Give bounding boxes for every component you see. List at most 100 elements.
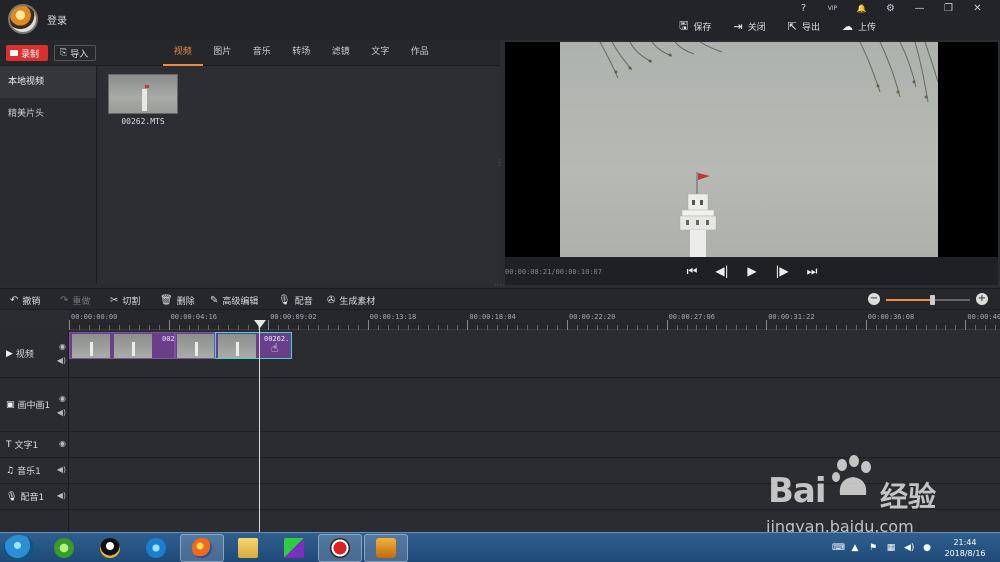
start-button[interactable] <box>4 535 34 561</box>
advanced-edit-button[interactable]: ✎ 高级编辑 <box>210 293 258 307</box>
cut-button[interactable]: ✂ 切割 <box>110 293 140 307</box>
video-clip[interactable] <box>175 332 215 359</box>
speaker-icon[interactable]: ◀) <box>57 465 66 474</box>
video-clip-selected[interactable]: 00262. <box>215 332 292 359</box>
watermark-brand: Bai <box>768 471 827 511</box>
clock-date: 2018/8/16 <box>944 549 986 558</box>
vip-icon[interactable]: VIP <box>818 2 847 16</box>
save-button[interactable]: 🖫 保存 <box>679 18 711 34</box>
maximize-icon[interactable]: ❐ <box>934 2 963 16</box>
cut-label: 切割 <box>122 296 141 307</box>
redo-label: 重做 <box>72 296 91 307</box>
zoom-slider[interactable] <box>886 295 970 305</box>
tab-filter[interactable]: 滤镜 <box>321 40 361 66</box>
ruler-time-label: 00:00:00:00 <box>71 313 118 321</box>
delete-label: 删除 <box>176 296 195 307</box>
minimize-icon[interactable]: — <box>905 2 934 16</box>
upload-icon: ☁ <box>841 19 853 33</box>
close-icon[interactable]: ✕ <box>963 2 992 16</box>
skip-start-icon[interactable]: ⏮ <box>685 264 699 278</box>
import-button[interactable]: ⎘ 导入 <box>54 45 96 61</box>
taskbar-app-qq[interactable] <box>88 534 132 562</box>
taskbar-app-browser[interactable] <box>42 534 86 562</box>
mic-icon: 🎙 <box>6 491 18 502</box>
tab-works[interactable]: 作品 <box>400 40 440 66</box>
panel-resize-handle[interactable]: ⋮ <box>496 158 504 168</box>
redo-icon: ↷ <box>60 294 69 306</box>
media-clip-thumbnail[interactable] <box>108 74 178 114</box>
tab-transition[interactable]: 转场 <box>282 40 322 66</box>
taskbar-app-editor[interactable] <box>272 534 316 562</box>
sidebar-item-intros[interactable]: 精美片头 <box>0 98 96 130</box>
track-row-pip[interactable] <box>69 378 1000 432</box>
record-button[interactable]: 录制 <box>6 45 48 61</box>
undo-label: 撤销 <box>22 296 41 307</box>
zoom-out-icon[interactable]: − <box>868 293 880 305</box>
tab-video[interactable]: 视频 <box>163 40 203 66</box>
track-headers: ▶ 视频 ◉ ◀) ▣ 画中画1 ◉ ◀) T 文字1 ◉ ♫ 音乐1 ◀) 🎙… <box>0 330 69 532</box>
login-link[interactable]: 登录 <box>47 12 67 27</box>
ruler-major-tick <box>69 320 70 330</box>
green-browser-icon <box>54 538 74 558</box>
system-clock[interactable]: 21:44 2018/8/16 <box>940 537 990 559</box>
track-head-pip: ▣ 画中画1 ◉ ◀) <box>0 378 69 432</box>
exit-icon: ⇥ <box>733 19 743 33</box>
taskbar-app-firefox[interactable] <box>180 534 224 562</box>
clip-frame <box>72 334 110 358</box>
tray-expand-icon[interactable]: ▲ <box>850 543 860 553</box>
close-project-button[interactable]: ⇥ 关闭 <box>734 18 766 34</box>
bell-icon[interactable]: 🔔 <box>847 2 876 16</box>
playhead-line <box>259 322 260 532</box>
tab-text[interactable]: 文字 <box>361 40 401 66</box>
zoom-in-icon[interactable]: + <box>976 293 988 305</box>
dub-button[interactable]: 🎙 配音 <box>278 293 313 307</box>
speaker-icon[interactable]: ◀) <box>57 408 66 417</box>
camera-icon <box>10 50 18 56</box>
track-label-dub: 配音1 <box>20 493 45 503</box>
clip-label: 002 <box>162 335 175 343</box>
taskbar-app-video-editor[interactable] <box>364 534 408 562</box>
media-clip-name: 00262.MTS <box>121 117 165 126</box>
speaker-icon[interactable]: ◀) <box>57 491 66 500</box>
taskbar-app-recorder[interactable] <box>318 534 362 562</box>
taskbar-app-media[interactable] <box>134 534 178 562</box>
willow-branches <box>599 42 938 102</box>
skip-end-icon[interactable]: ⏭ <box>805 264 819 278</box>
help-icon[interactable]: ? <box>789 2 818 16</box>
gear-icon[interactable]: ⚙ <box>876 2 905 16</box>
redo-button[interactable]: ↷ 重做 <box>60 293 90 307</box>
volume-icon[interactable]: ◀) <box>904 543 914 553</box>
preview-video[interactable] <box>505 42 998 257</box>
undo-button[interactable]: ↶ 撤销 <box>10 293 40 307</box>
play-icon[interactable]: ▶ <box>745 264 759 278</box>
track-row-video[interactable]: 002 00262. <box>69 330 1000 378</box>
ruler-major-tick <box>367 320 369 330</box>
sidebar-item-local-video[interactable]: 本地视频 <box>0 66 96 98</box>
step-forward-icon[interactable]: |▶ <box>775 264 789 278</box>
eye-icon[interactable]: ◉ <box>59 342 66 351</box>
scissors-icon: ✂ <box>110 294 119 306</box>
ruler-major-tick <box>666 320 668 330</box>
video-clip[interactable]: 002 <box>69 332 175 359</box>
upload-button[interactable]: ☁ 上传 <box>842 18 876 34</box>
playhead-handle[interactable] <box>254 320 266 328</box>
tab-image[interactable]: 图片 <box>203 40 243 66</box>
taskbar-app-explorer[interactable] <box>226 534 270 562</box>
step-back-icon[interactable]: ◀| <box>715 264 729 278</box>
generate-material-button[interactable]: ✇ 生成素材 <box>327 293 375 307</box>
preview-panel: 00:00:08:21/00:00:10:07 ⏮ ◀| ▶ |▶ ⏭ <box>505 42 998 285</box>
eye-icon[interactable]: ◉ <box>59 394 66 403</box>
zoom-slider-handle[interactable] <box>930 295 936 305</box>
tab-music[interactable]: 音乐 <box>242 40 282 66</box>
export-button[interactable]: ⇱ 导出 <box>788 18 820 34</box>
delete-button[interactable]: 🗑 删除 <box>160 293 195 307</box>
keyboard-icon[interactable]: ⌨ <box>832 543 845 553</box>
eye-icon[interactable]: ◉ <box>59 439 66 448</box>
record-icon <box>330 538 350 558</box>
speaker-icon[interactable]: ◀) <box>57 356 66 365</box>
flag-icon[interactable]: ⚑ <box>868 543 878 553</box>
app-logo[interactable] <box>8 4 38 34</box>
timeline-ruler[interactable]: 00:00:00:00 00:00:04:16 00:00:09:02 00:00:1… <box>69 310 1000 330</box>
tray-app-icon[interactable]: ● <box>922 543 932 553</box>
network-icon[interactable]: ▦ <box>886 543 896 553</box>
